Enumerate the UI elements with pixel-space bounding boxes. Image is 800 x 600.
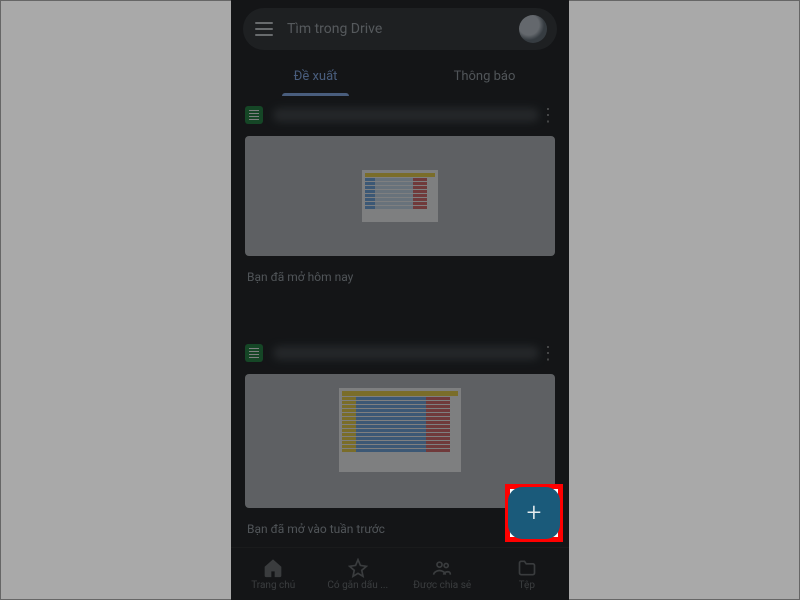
nav-label: Được chia sẻ xyxy=(413,580,471,591)
sheets-icon xyxy=(245,344,263,362)
nav-files[interactable]: Tệp xyxy=(485,548,570,600)
nav-label: Có gắn dấu ... xyxy=(327,580,388,591)
search-placeholder: Tìm trong Drive xyxy=(287,21,519,37)
tab-suggested[interactable]: Đề xuất xyxy=(231,56,400,96)
plus-icon: + xyxy=(527,500,542,526)
file-card[interactable]: ⋮ Bạn đã mở hôm nay xyxy=(239,100,561,284)
search-bar[interactable]: Tìm trong Drive xyxy=(243,8,557,50)
file-header: ⋮ xyxy=(239,338,561,368)
file-title-blurred xyxy=(273,108,539,122)
nav-shared[interactable]: Được chia sẻ xyxy=(400,548,485,600)
more-icon[interactable]: ⋮ xyxy=(539,105,555,126)
star-icon xyxy=(348,558,368,578)
file-header: ⋮ xyxy=(239,100,561,130)
create-fab[interactable]: + xyxy=(508,487,560,539)
nav-label: Tệp xyxy=(519,580,535,591)
tab-bar: Đề xuất Thông báo xyxy=(231,56,569,96)
account-avatar[interactable] xyxy=(519,15,547,43)
nav-home[interactable]: Trang chủ xyxy=(231,548,316,600)
nav-starred[interactable]: Có gắn dấu ... xyxy=(316,548,401,600)
menu-icon[interactable] xyxy=(253,18,275,40)
tab-notifications[interactable]: Thông báo xyxy=(400,56,569,96)
file-title-blurred xyxy=(273,346,539,360)
sheets-icon xyxy=(245,106,263,124)
people-icon xyxy=(432,558,452,578)
home-icon xyxy=(263,558,283,578)
nav-label: Trang chủ xyxy=(251,580,295,591)
spreadsheet-thumb xyxy=(362,170,438,222)
more-icon[interactable]: ⋮ xyxy=(539,343,555,364)
bottom-nav: Trang chủ Có gắn dấu ... Được chia sẻ Tệ… xyxy=(231,547,569,600)
spreadsheet-thumb xyxy=(339,388,461,472)
folder-icon xyxy=(517,558,537,578)
phone-screen: Tìm trong Drive Đề xuất Thông báo ⋮ xyxy=(231,0,569,600)
file-meta: Bạn đã mở hôm nay xyxy=(239,262,561,284)
file-preview xyxy=(245,136,555,256)
